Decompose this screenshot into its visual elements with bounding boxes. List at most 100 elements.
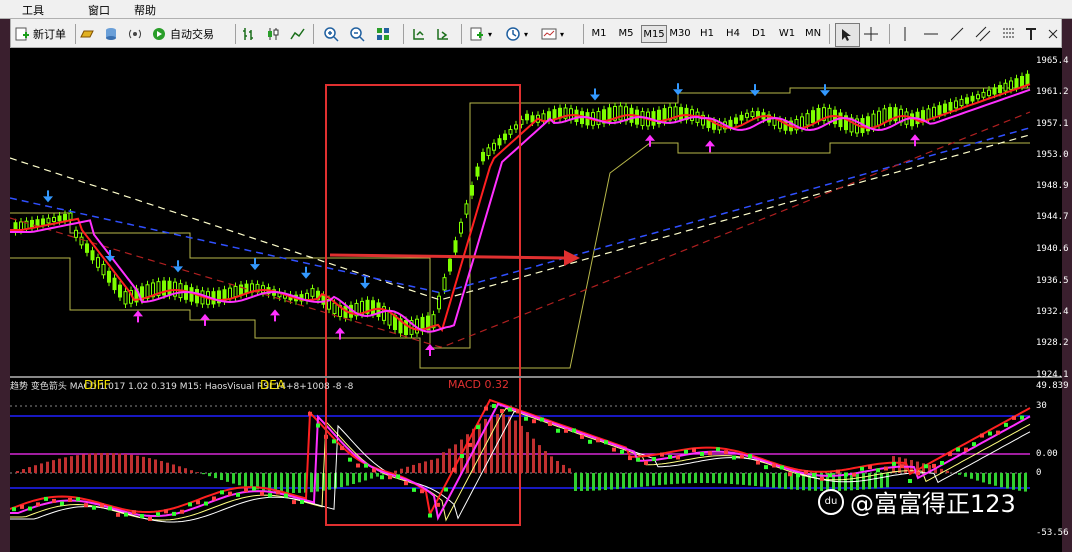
candle-body [943, 103, 947, 113]
macd-histogram-bar [538, 445, 541, 473]
auto-trade-button[interactable]: 自动交易 [151, 23, 214, 45]
signal-dot [300, 499, 304, 504]
candle-body [827, 107, 832, 122]
signals-button[interactable] [127, 23, 146, 45]
zoom-in-button[interactable] [323, 23, 342, 45]
candle-body [838, 112, 843, 128]
dea-label: DEA [260, 378, 286, 392]
autoscroll-button[interactable] [435, 23, 454, 45]
signal-dot [876, 468, 880, 473]
tile-windows-icon [377, 28, 389, 40]
candle-body [85, 243, 89, 253]
candle-body [926, 108, 931, 120]
candle-body [1009, 80, 1013, 90]
signal-dot [220, 490, 224, 495]
new-order-button[interactable]: 新订单 [14, 23, 66, 45]
macd-histogram-bar [412, 464, 415, 473]
signal-dot [316, 423, 320, 428]
arrows-dropdown[interactable] [1045, 23, 1064, 45]
timeframe-m1-button[interactable]: M1 [587, 25, 611, 43]
periodicity-dropdown[interactable]: ▾ [505, 23, 528, 45]
bar-chart-button[interactable] [241, 23, 260, 45]
signal-dot [364, 463, 368, 468]
timeframe-m5-button[interactable]: M5 [614, 25, 638, 43]
indicator-tick: 30 [1036, 401, 1047, 411]
signal-dot [996, 430, 1000, 435]
macd-histogram-bar [778, 473, 781, 489]
signal-dot [1012, 415, 1016, 420]
timeframe-h1-button[interactable]: H1 [695, 25, 719, 43]
candle-body [514, 124, 518, 130]
macd-histogram-bar [544, 451, 547, 473]
timeframe-d1-button[interactable]: D1 [747, 25, 771, 43]
signal-dot [956, 447, 960, 452]
macd-histogram-bar [700, 473, 703, 484]
indicator-header-text: 趋势 变色箭头 MACD 1.017 1.02 0.319 M15: HaosV… [10, 382, 354, 392]
macd-histogram-bar [16, 471, 19, 473]
candle-body [321, 294, 326, 305]
macd-label-text: MACD [448, 378, 481, 391]
chart-shift-button[interactable] [411, 23, 430, 45]
macd-histogram-bar [364, 473, 367, 481]
menu-item-tools[interactable]: 工具 [22, 2, 44, 18]
signal-dot [156, 512, 160, 517]
sell-arrow-icon [360, 282, 370, 289]
candlestick-icon [268, 28, 279, 40]
timeframe-h4-button[interactable]: H4 [721, 25, 745, 43]
macd-histogram-bar [70, 456, 73, 473]
timeframe-mn-button[interactable]: MN [801, 25, 825, 43]
tile-windows-button[interactable] [375, 23, 394, 45]
price-tick: 1961.2 [1036, 87, 1069, 97]
candle-body [937, 105, 942, 116]
candle-body [470, 185, 474, 196]
macd-histogram-bar [154, 459, 157, 473]
crosshair-button[interactable] [863, 23, 882, 45]
candle-chart-button[interactable] [265, 23, 284, 45]
signal-dot [724, 450, 728, 455]
menu-item-help[interactable]: 帮助 [134, 2, 156, 18]
timeframe-w1-button[interactable]: W1 [775, 25, 799, 43]
chart-window[interactable]: 1965.4 1961.2 1957.1 1953.0 1948.9 1944.… [10, 48, 1069, 552]
macd-histogram-bar [988, 473, 991, 485]
macd-histogram-bar [184, 468, 187, 473]
timeframe-m30-button[interactable]: M30 [668, 25, 692, 43]
candle-body [79, 236, 84, 246]
signal-dot [732, 455, 736, 460]
fibonacci-button[interactable] [1001, 23, 1020, 45]
menu-item-window[interactable]: 窗口 [88, 2, 110, 18]
data-window-button[interactable] [103, 23, 122, 45]
price-tick: 1940.6 [1036, 244, 1069, 254]
vertical-line-button[interactable] [897, 23, 916, 45]
macd-histogram-bar [340, 473, 343, 488]
toolbar-divider [461, 24, 462, 44]
signal-dot [820, 476, 824, 481]
macd-histogram-bar [448, 448, 451, 473]
signal-dot [396, 474, 400, 479]
signal-icon [129, 29, 141, 39]
signal-dot [380, 475, 384, 480]
indicators-dropdown[interactable]: ▾ [469, 23, 492, 45]
macd-histogram-bar [1024, 473, 1027, 492]
template-icon [541, 28, 557, 40]
horizontal-line-button[interactable] [923, 23, 942, 45]
templates-dropdown[interactable]: ▾ [541, 23, 564, 45]
macd-value: 0.32 [484, 378, 509, 391]
signal-dot [188, 502, 192, 507]
price-chart[interactable] [10, 48, 1062, 552]
signal-dot [212, 496, 216, 501]
macd-histogram-bar [586, 473, 589, 491]
channel-button[interactable] [975, 23, 994, 45]
macd-histogram-bar [604, 473, 607, 491]
line-chart-button[interactable] [289, 23, 308, 45]
trendline-button[interactable] [949, 23, 968, 45]
cursor-icon [842, 29, 851, 41]
macd-histogram-bar [664, 473, 667, 485]
timeframe-m15-button[interactable]: M15 [641, 25, 667, 43]
cursor-tool-button[interactable] [835, 23, 860, 47]
macd-histogram-bar [670, 473, 673, 485]
signal-dot [524, 416, 528, 421]
market-watch-button[interactable] [79, 23, 98, 45]
zoom-out-button[interactable] [349, 23, 368, 45]
text-label-button[interactable] [1023, 23, 1042, 45]
signal-dot [124, 512, 128, 517]
